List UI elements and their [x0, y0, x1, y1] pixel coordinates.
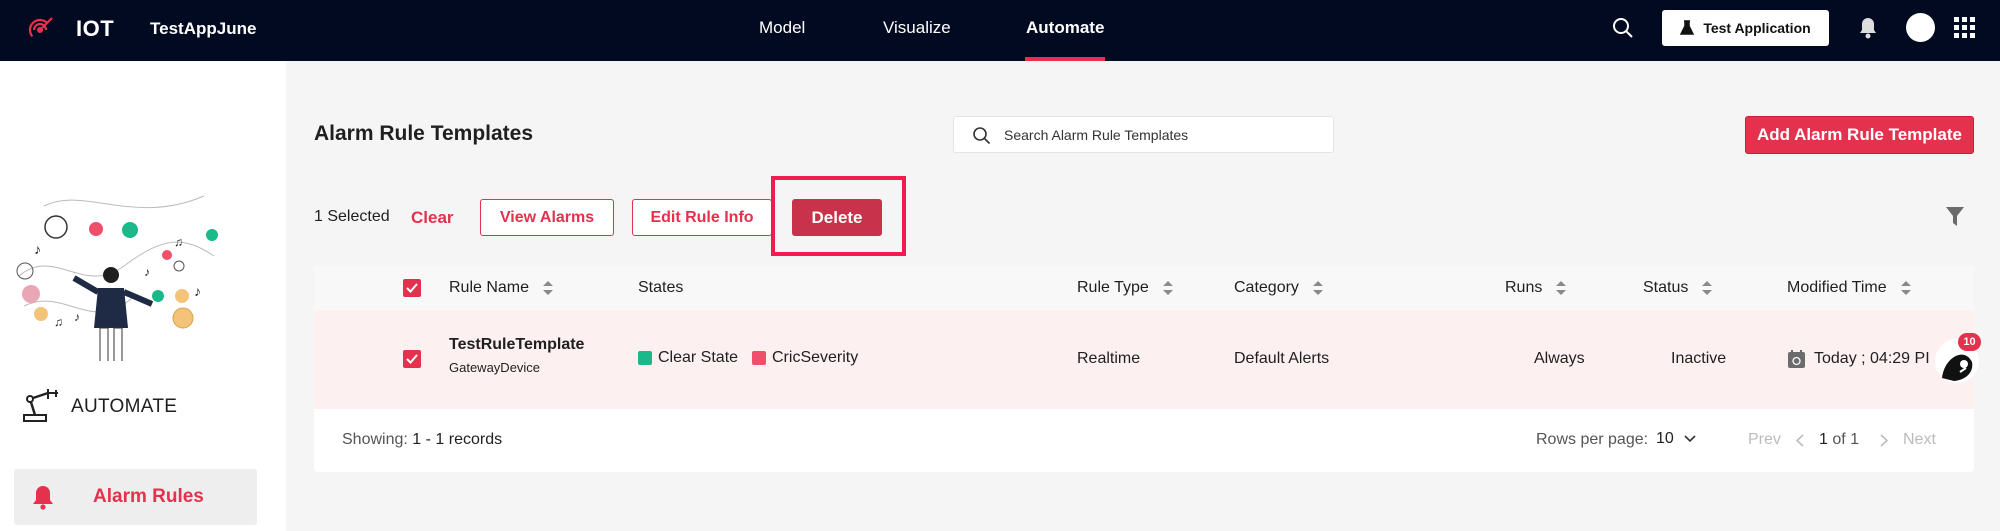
- column-label: Runs: [1505, 279, 1543, 296]
- svg-text:♫: ♫: [174, 235, 183, 249]
- sidebar: ♪ ♫ ♪ ♫ ♪ ♪ AUTOMATE Alarm Rules: [0, 61, 286, 531]
- chevron-left-icon[interactable]: [1796, 434, 1804, 447]
- rule-device-type: GatewayDevice: [449, 360, 541, 375]
- column-status[interactable]: Status: [1643, 279, 1713, 297]
- records-summary-value: 1 - 1 records: [412, 431, 503, 448]
- table-footer: Showing: 1 - 1 records Rows per page: 10…: [314, 409, 1974, 472]
- column-label: Rule Name: [449, 279, 530, 296]
- clear-selection-link[interactable]: Clear: [411, 208, 454, 228]
- modified-time-cell: Today ; 04:29 PI: [1814, 350, 1930, 367]
- column-label: Category: [1234, 279, 1299, 296]
- nav-automate[interactable]: Automate: [1025, 0, 1106, 61]
- column-label: Modified Time: [1787, 279, 1887, 296]
- status-cell: Inactive: [1671, 350, 1727, 367]
- chat-notification-badge: 10: [1958, 333, 1981, 351]
- brand-name: IOT: [76, 16, 115, 41]
- state-chip-severity: CricSeverity: [752, 349, 858, 367]
- view-alarms-button[interactable]: View Alarms: [480, 199, 614, 236]
- runs-cell: Always: [1534, 350, 1585, 367]
- sort-icon: [1312, 281, 1323, 295]
- selection-count: 1 Selected: [314, 208, 390, 225]
- search-icon[interactable]: [1610, 15, 1636, 41]
- column-label: States: [638, 279, 684, 296]
- state-label: CricSeverity: [772, 349, 859, 366]
- rows-per-page-select[interactable]: 10: [1656, 430, 1696, 448]
- robot-arm-icon: [23, 389, 58, 422]
- select-all-checkbox[interactable]: [403, 279, 421, 297]
- page-total: of 1: [1832, 431, 1860, 448]
- column-label: Rule Type: [1077, 279, 1149, 296]
- app-name[interactable]: TestAppJune: [150, 19, 256, 39]
- state-label: Clear State: [658, 349, 739, 366]
- sidebar-item-alarm-rules[interactable]: Alarm Rules: [14, 469, 257, 525]
- rows-per-page-value: 10: [1656, 430, 1674, 447]
- rule-name[interactable]: TestRuleTemplate: [449, 336, 584, 354]
- state-color-swatch: [752, 351, 766, 365]
- column-modified-time[interactable]: Modified Time: [1787, 279, 1911, 297]
- apps-grid-icon[interactable]: [1954, 17, 1976, 39]
- table-header: Rule Name States Rule Type Category Runs…: [314, 266, 1974, 310]
- sort-icon: [1900, 281, 1911, 295]
- check-icon: [406, 283, 418, 293]
- alarm-bell-icon: [33, 486, 53, 510]
- sort-icon: [543, 281, 554, 295]
- state-color-swatch: [638, 351, 652, 365]
- rows-per-page-label: Rows per page:: [1536, 431, 1649, 448]
- search-input[interactable]: [1004, 117, 1324, 152]
- next-page-button[interactable]: Next: [1903, 431, 1936, 449]
- calendar-icon: [1788, 350, 1805, 368]
- column-states: States: [638, 279, 683, 297]
- rule-type-cell: Realtime: [1077, 350, 1141, 367]
- state-chip-clear: Clear State: [638, 349, 738, 367]
- iot-logo-icon: [28, 17, 53, 38]
- prev-page-button[interactable]: Prev: [1748, 431, 1781, 449]
- conductor-illustration: ♪ ♫ ♪ ♫ ♪ ♪: [16, 195, 218, 361]
- add-alarm-rule-template-button[interactable]: Add Alarm Rule Template: [1745, 116, 1974, 154]
- svg-text:♫: ♫: [54, 315, 63, 329]
- sidebar-item-label: Alarm Rules: [93, 486, 204, 507]
- search-box: [953, 116, 1334, 153]
- rules-table: Rule Name States Rule Type Category Runs…: [314, 266, 1974, 472]
- delete-highlight-annotation: [771, 176, 906, 256]
- nav-model[interactable]: Model: [759, 0, 805, 61]
- check-icon: [406, 354, 418, 364]
- category-cell: Default Alerts: [1234, 350, 1330, 367]
- records-summary: Showing: 1 - 1 records: [342, 431, 502, 449]
- user-avatar[interactable]: [1906, 13, 1935, 42]
- chevron-right-icon[interactable]: [1880, 434, 1888, 447]
- svg-text:♪: ♪: [34, 241, 41, 257]
- page-current: 1: [1819, 431, 1828, 448]
- test-application-button[interactable]: Test Application: [1662, 10, 1829, 46]
- svg-text:♪: ♪: [194, 283, 201, 299]
- column-label: Status: [1643, 279, 1689, 296]
- chat-assistant-button[interactable]: 10: [1934, 333, 1981, 384]
- sort-icon: [1702, 281, 1713, 295]
- edit-rule-info-button[interactable]: Edit Rule Info: [632, 199, 772, 236]
- column-rule-name[interactable]: Rule Name: [449, 279, 554, 297]
- page-title: Alarm Rule Templates: [314, 122, 534, 145]
- section-title-automate: AUTOMATE: [71, 396, 178, 417]
- top-navigation-bar: IOT TestAppJune Model Visualize Automate…: [0, 0, 2000, 61]
- column-rule-type[interactable]: Rule Type: [1077, 279, 1173, 297]
- nav-visualize[interactable]: Visualize: [883, 0, 951, 61]
- svg-text:♪: ♪: [144, 265, 150, 279]
- page-indicator: 1 of 1: [1819, 431, 1859, 449]
- chevron-down-icon: [1684, 435, 1696, 443]
- flask-icon: [1680, 20, 1695, 35]
- sort-icon: [1556, 281, 1567, 295]
- row-checkbox[interactable]: [403, 350, 421, 368]
- svg-text:♪: ♪: [74, 310, 80, 324]
- column-runs[interactable]: Runs: [1505, 279, 1567, 297]
- notification-bell-icon[interactable]: [1855, 15, 1881, 41]
- test-application-label: Test Application: [1703, 20, 1811, 36]
- records-summary-label: Showing:: [342, 431, 408, 448]
- table-row[interactable]: TestRuleTemplate GatewayDevice Clear Sta…: [314, 310, 1974, 409]
- sort-icon: [1162, 281, 1173, 295]
- column-category[interactable]: Category: [1234, 279, 1323, 297]
- search-icon: [973, 127, 991, 145]
- filter-icon[interactable]: [1946, 207, 1964, 227]
